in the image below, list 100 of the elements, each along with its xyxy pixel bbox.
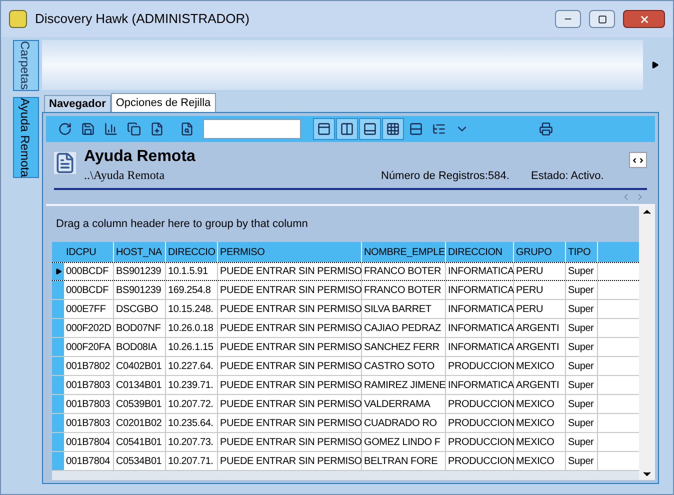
table-cell: PUEDE ENTRAR SIN PERMISO (218, 376, 362, 394)
table-row[interactable]: 001B7803 C0134B01 10.239.71. PUEDE ENTRAR SIN PERMISO RAMIREZ JIMENE INFORMATICA ARGENTI Super (52, 376, 639, 395)
table-cell: RAMIREZ JIMENE (362, 376, 446, 394)
maximize-icon (598, 14, 606, 24)
table-row[interactable]: 000BCDF BS901239 10.1.5.91 PUEDE ENTRAR SIN PERMISO FRANCO BOTER INFORMATICA PERU Super (52, 262, 639, 281)
table-cell: 001B7804 (64, 452, 114, 470)
tab[interactable]: Opciones de Rejilla (110, 93, 216, 112)
table-cell: BOD08IA (114, 338, 166, 356)
side-tab[interactable]: Carpetas (13, 40, 39, 91)
header-path: ..\Ayuda Remota (84, 167, 166, 184)
grid-icon[interactable] (382, 118, 404, 140)
layout-top-icon[interactable] (313, 118, 335, 140)
side-tab[interactable]: Ayuda Remota (13, 96, 39, 178)
table-cell: PUEDE ENTRAR SIN PERMISO (218, 414, 362, 432)
table-cell: Super (566, 338, 598, 356)
table-cell: PERU (514, 263, 566, 280)
table-cell: 000F20FA (64, 338, 114, 356)
table-cell: ARGENTI (514, 319, 566, 337)
header-title: Ayuda Remota (84, 148, 196, 166)
table-cell: DSCGBO (114, 300, 166, 318)
table-cell: VALDERRAMA (362, 395, 446, 413)
table-cell: 001B7803 (64, 414, 114, 432)
table-cell: Super (566, 300, 598, 318)
table-cell: PUEDE ENTRAR SIN PERMISO (218, 357, 362, 375)
table-cell: INFORMATICA (446, 300, 514, 318)
nav-arrows-button[interactable] (629, 152, 647, 168)
table-cell: INFORMATICA (446, 319, 514, 337)
table-cell: 000E7FF (64, 300, 114, 318)
table-cell: INFORMATICA (446, 263, 514, 280)
table-cell: 001B7803 (64, 395, 114, 413)
table-cell: Super (566, 414, 598, 432)
close-button[interactable] (623, 10, 665, 28)
table-cell: 001B7802 (64, 357, 114, 375)
table-cell: INFORMATICA (446, 338, 514, 356)
table-row[interactable]: 001B7803 C0539B01 10.207.72. PUEDE ENTRAR SIN PERMISO VALDERRAMA PRODUCCION MEXICO Super (52, 395, 639, 414)
table-cell: PUEDE ENTRAR SIN PERMISO (218, 452, 362, 470)
record-count: Número de Registros:584. (381, 168, 510, 184)
layout-bottom-icon[interactable] (359, 118, 381, 140)
table-cell: 000BCDF (64, 281, 114, 299)
group-by-hint: Drag a column header here to group by that column (56, 216, 308, 232)
search-field[interactable] (203, 119, 301, 139)
table-cell: SANCHEZ FERR (362, 338, 446, 356)
document-icon (54, 152, 76, 174)
table-cell: 001B7803 (64, 376, 114, 394)
table-cell: MEXICO (514, 452, 566, 470)
table-cell: C0539B01 (114, 395, 166, 413)
table-cell: Super (566, 281, 598, 299)
table-cell: C0534B01 (114, 452, 166, 470)
table-cell: 169.254.8 (166, 281, 218, 299)
table-cell: FRANCO BOTER (362, 263, 446, 280)
table-row[interactable]: 000F20FA BOD08IA 10.26.1.15 PUEDE ENTRAR SIN PERMISO SANCHEZ FERR INFORMATICA ARGENTI Super (52, 338, 639, 357)
table-cell: PRODUCCION (446, 357, 514, 375)
maximize-button[interactable] (589, 10, 615, 28)
table-cell: C0541B01 (114, 433, 166, 451)
vertical-scrollbar[interactable] (639, 206, 655, 480)
table-cell: 10.207.73. (166, 433, 218, 451)
columns-icon[interactable] (336, 118, 358, 140)
table-cell: MEXICO (514, 357, 566, 375)
table-cell: PUEDE ENTRAR SIN PERMISO (218, 395, 362, 413)
minimize-button[interactable] (555, 10, 581, 28)
table-cell: PUEDE ENTRAR SIN PERMISO (218, 281, 362, 299)
table-row[interactable]: 000E7FF DSCGBO 10.15.248. PUEDE ENTRAR SIN PERMISO SILVA BARRET INFORMATICA PERU Super (52, 300, 639, 319)
table-cell: CAJIAO PEDRAZ (362, 319, 446, 337)
table-cell: 10.227.64. (166, 357, 218, 375)
table-cell: PERU (514, 300, 566, 318)
table-cell: SILVA BARRET (362, 300, 446, 318)
table-cell: BS901239 (114, 263, 166, 280)
table-cell: 10.15.248. (166, 300, 218, 318)
table-cell: PUEDE ENTRAR SIN PERMISO (218, 300, 362, 318)
table-cell: ARGENTI (514, 338, 566, 356)
table-cell: GOMEZ LINDO F (362, 433, 446, 451)
table-cell: Super (566, 319, 598, 337)
tab[interactable]: Navegador (44, 95, 111, 112)
table-cell: MEXICO (514, 414, 566, 432)
table-cell: INFORMATICA (446, 281, 514, 299)
table-cell: Super (566, 433, 598, 451)
table-cell: FRANCO BOTER (362, 281, 446, 299)
table-cell: INFORMATICA (446, 376, 514, 394)
table-cell: PRODUCCION (446, 395, 514, 413)
table-row[interactable]: 000F202D BOD07NF 10.26.0.18 PUEDE ENTRAR SIN PERMISO CAJIAO PEDRAZ INFORMATICA ARGENTI Super (52, 319, 639, 338)
table-cell: BS901239 (114, 281, 166, 299)
table-cell: Super (566, 263, 598, 280)
table-cell: CASTRO SOTO (362, 357, 446, 375)
window-title: Discovery Hawk (ADMINISTRADOR) (35, 10, 251, 28)
app-icon (9, 10, 27, 28)
table-cell: PRODUCCION (446, 433, 514, 451)
table-cell: Super (566, 376, 598, 394)
table-cell: Super (566, 452, 598, 470)
table-row[interactable]: 001B7804 C0534B01 10.207.71. PUEDE ENTRAR SIN PERMISO BELTRAN FORE PRODUCCION MEXICO Super (52, 452, 639, 471)
table-cell: BOD07NF (114, 319, 166, 337)
table-cell: 10.235.64. (166, 414, 218, 432)
table-row[interactable]: 001B7804 C0541B01 10.207.73. PUEDE ENTRAR SIN PERMISO GOMEZ LINDO F PRODUCCION MEXICO Super (52, 433, 639, 452)
table-row[interactable]: 000BCDF BS901239 169.254.8 PUEDE ENTRAR SIN PERMISO FRANCO BOTER INFORMATICA PERU Super (52, 281, 639, 300)
table-row[interactable]: 001B7802 C0402B01 10.227.64. PUEDE ENTRAR SIN PERMISO CASTRO SOTO PRODUCCION MEXICO Super (52, 357, 639, 376)
scroll-right-icon[interactable] (651, 61, 659, 69)
table-cell: 10.207.72. (166, 395, 218, 413)
table-cell: PERU (514, 281, 566, 299)
status-text: Estado: Activo. (531, 168, 605, 184)
table-row[interactable]: 001B7803 C0201B02 10.235.64. PUEDE ENTRAR SIN PERMISO CUADRADO RO PRODUCCION MEXICO Super (52, 414, 639, 433)
table-cell: BELTRAN FORE (362, 452, 446, 470)
